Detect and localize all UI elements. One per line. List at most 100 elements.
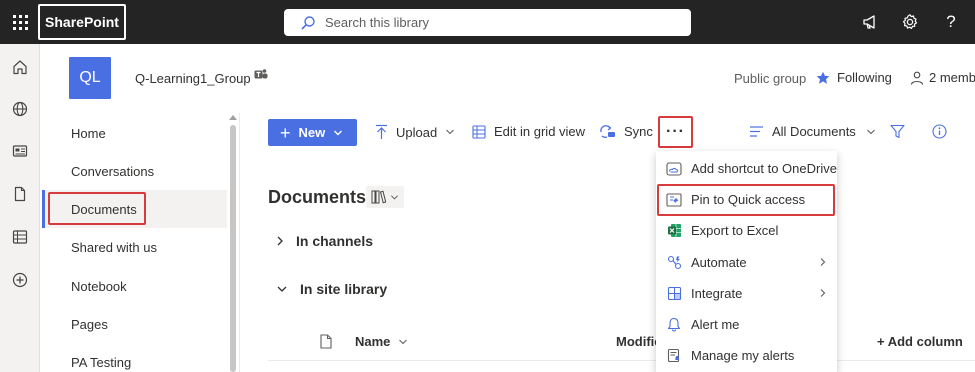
nav-scrollbar[interactable] bbox=[229, 115, 237, 372]
filter-button[interactable] bbox=[890, 124, 913, 139]
members-button[interactable]: 2 membe bbox=[910, 70, 975, 85]
upload-button[interactable]: Upload bbox=[375, 124, 463, 140]
chevron-down-icon bbox=[277, 286, 287, 292]
chevron-down-icon bbox=[399, 339, 408, 344]
upload-icon bbox=[376, 124, 387, 139]
chevron-right-icon bbox=[820, 289, 826, 297]
nav-item-label: PA Testing bbox=[71, 354, 132, 370]
plus-icon: + bbox=[280, 122, 291, 143]
manage-alerts-icon bbox=[666, 348, 682, 364]
excel-icon bbox=[666, 223, 682, 239]
group-privacy-label: Public group bbox=[734, 71, 807, 86]
suite-header: SharePoint Search this library ? bbox=[0, 0, 975, 44]
app-launcher-icon[interactable] bbox=[9, 11, 31, 33]
follow-label: Following bbox=[837, 70, 892, 85]
pin-icon bbox=[666, 192, 682, 208]
filter-icon bbox=[890, 124, 905, 139]
nav-item-pa-testing[interactable]: PA Testing bbox=[42, 343, 227, 372]
group-header-in-channels[interactable]: In channels bbox=[276, 233, 373, 249]
sync-icon bbox=[600, 125, 615, 138]
nav-item-shared-with-us[interactable]: Shared with us bbox=[42, 228, 227, 266]
nav-item-notebook[interactable]: Notebook bbox=[42, 267, 227, 305]
menu-item-automate[interactable]: Automate bbox=[656, 247, 837, 278]
menu-item-export-to-excel[interactable]: Export to Excel bbox=[656, 215, 837, 246]
nav-item-label: Conversations bbox=[71, 163, 155, 179]
menu-item-label: Pin to Quick access bbox=[691, 192, 806, 207]
view-label: All Documents bbox=[772, 124, 856, 139]
menu-item-manage-my-alerts[interactable]: Manage my alerts bbox=[656, 340, 837, 371]
sync-label: Sync bbox=[624, 124, 653, 139]
modified-column-header[interactable]: Modifie bbox=[616, 334, 662, 349]
new-button-label: New bbox=[298, 125, 326, 140]
add-column-button[interactable]: + Add column bbox=[877, 334, 963, 349]
megaphone-icon[interactable] bbox=[860, 12, 880, 32]
info-button[interactable] bbox=[932, 124, 955, 139]
file-icon[interactable] bbox=[11, 185, 29, 203]
search-box[interactable]: Search this library bbox=[284, 9, 691, 36]
teams-icon[interactable] bbox=[254, 68, 268, 82]
library-view-switcher[interactable] bbox=[366, 186, 404, 208]
menu-item-label: Automate bbox=[691, 255, 747, 270]
new-button[interactable]: + New bbox=[268, 119, 357, 146]
menu-item-label: Export to Excel bbox=[691, 223, 779, 238]
nav-item-label: Notebook bbox=[71, 278, 127, 294]
menu-item-integrate[interactable]: Integrate bbox=[656, 278, 837, 309]
nav-item-label: Documents bbox=[71, 201, 137, 217]
nav-item-conversations[interactable]: Conversations bbox=[42, 152, 227, 190]
search-icon bbox=[300, 15, 316, 31]
scroll-thumb[interactable] bbox=[230, 125, 236, 372]
chevron-down-icon bbox=[390, 194, 399, 200]
nav-item-label: Home bbox=[71, 125, 106, 141]
chevron-right-icon bbox=[277, 236, 283, 246]
nav-item-label: Pages bbox=[71, 316, 108, 332]
site-navigation: Home Conversations Documents Shared with… bbox=[40, 113, 240, 372]
sync-button[interactable]: Sync bbox=[599, 124, 653, 139]
menu-item-label: Add shortcut to OneDrive bbox=[691, 161, 837, 176]
nav-item-pages[interactable]: Pages bbox=[42, 305, 227, 343]
site-logo[interactable]: QL bbox=[69, 57, 111, 99]
page-title: Documents bbox=[268, 187, 367, 207]
add-column-label: + Add column bbox=[877, 334, 963, 349]
automate-icon bbox=[666, 255, 682, 271]
file-type-icon bbox=[320, 334, 332, 349]
home-icon[interactable] bbox=[11, 58, 29, 76]
sharepoint-brand-link[interactable]: SharePoint bbox=[38, 4, 126, 40]
nav-item-documents[interactable]: Documents bbox=[42, 190, 227, 228]
menu-item-pin-to-quick-access[interactable]: Pin to Quick access bbox=[656, 184, 837, 215]
more-actions-button[interactable]: ··· bbox=[661, 118, 690, 146]
menu-item-label: Integrate bbox=[691, 286, 743, 301]
edit-grid-label: Edit in grid view bbox=[494, 124, 586, 139]
follow-button[interactable]: Following bbox=[816, 70, 892, 85]
name-column-label: Name bbox=[355, 334, 391, 349]
view-options-icon bbox=[750, 126, 763, 137]
view-selector-button[interactable]: All Documents bbox=[749, 124, 884, 139]
nav-item-home[interactable]: Home bbox=[42, 114, 227, 152]
onedrive-shortcut-icon bbox=[666, 161, 682, 177]
news-icon[interactable] bbox=[11, 142, 29, 160]
globe-icon[interactable] bbox=[11, 100, 29, 118]
chevron-right-icon bbox=[820, 258, 826, 266]
group-label: In site library bbox=[300, 281, 388, 297]
alert-icon bbox=[666, 317, 682, 333]
chevron-down-icon bbox=[446, 129, 455, 135]
menu-item-label: Manage my alerts bbox=[691, 348, 795, 363]
lists-icon[interactable] bbox=[11, 228, 29, 246]
menu-item-label: Alert me bbox=[691, 317, 740, 332]
menu-item-alert-me[interactable]: Alert me bbox=[656, 309, 837, 340]
search-placeholder: Search this library bbox=[325, 15, 430, 30]
person-icon bbox=[910, 71, 924, 85]
star-icon bbox=[816, 71, 830, 84]
name-column-header[interactable]: Name bbox=[355, 334, 408, 349]
edit-grid-view-button[interactable]: Edit in grid view bbox=[472, 124, 585, 139]
gear-icon[interactable] bbox=[900, 12, 920, 32]
create-icon[interactable] bbox=[11, 271, 29, 289]
more-actions-menu: Add shortcut to OneDrive Pin to Quick ac… bbox=[656, 151, 837, 372]
info-icon bbox=[932, 124, 947, 139]
scroll-up-arrow[interactable] bbox=[229, 115, 237, 120]
file-type-column-header[interactable] bbox=[320, 334, 332, 349]
menu-item-add-shortcut[interactable]: Add shortcut to OneDrive bbox=[656, 153, 837, 184]
chevron-down-icon bbox=[334, 130, 343, 135]
site-title[interactable]: Q-Learning1_Group bbox=[135, 71, 251, 86]
help-icon[interactable]: ? bbox=[941, 12, 961, 32]
group-header-in-site-library[interactable]: In site library bbox=[276, 281, 387, 297]
